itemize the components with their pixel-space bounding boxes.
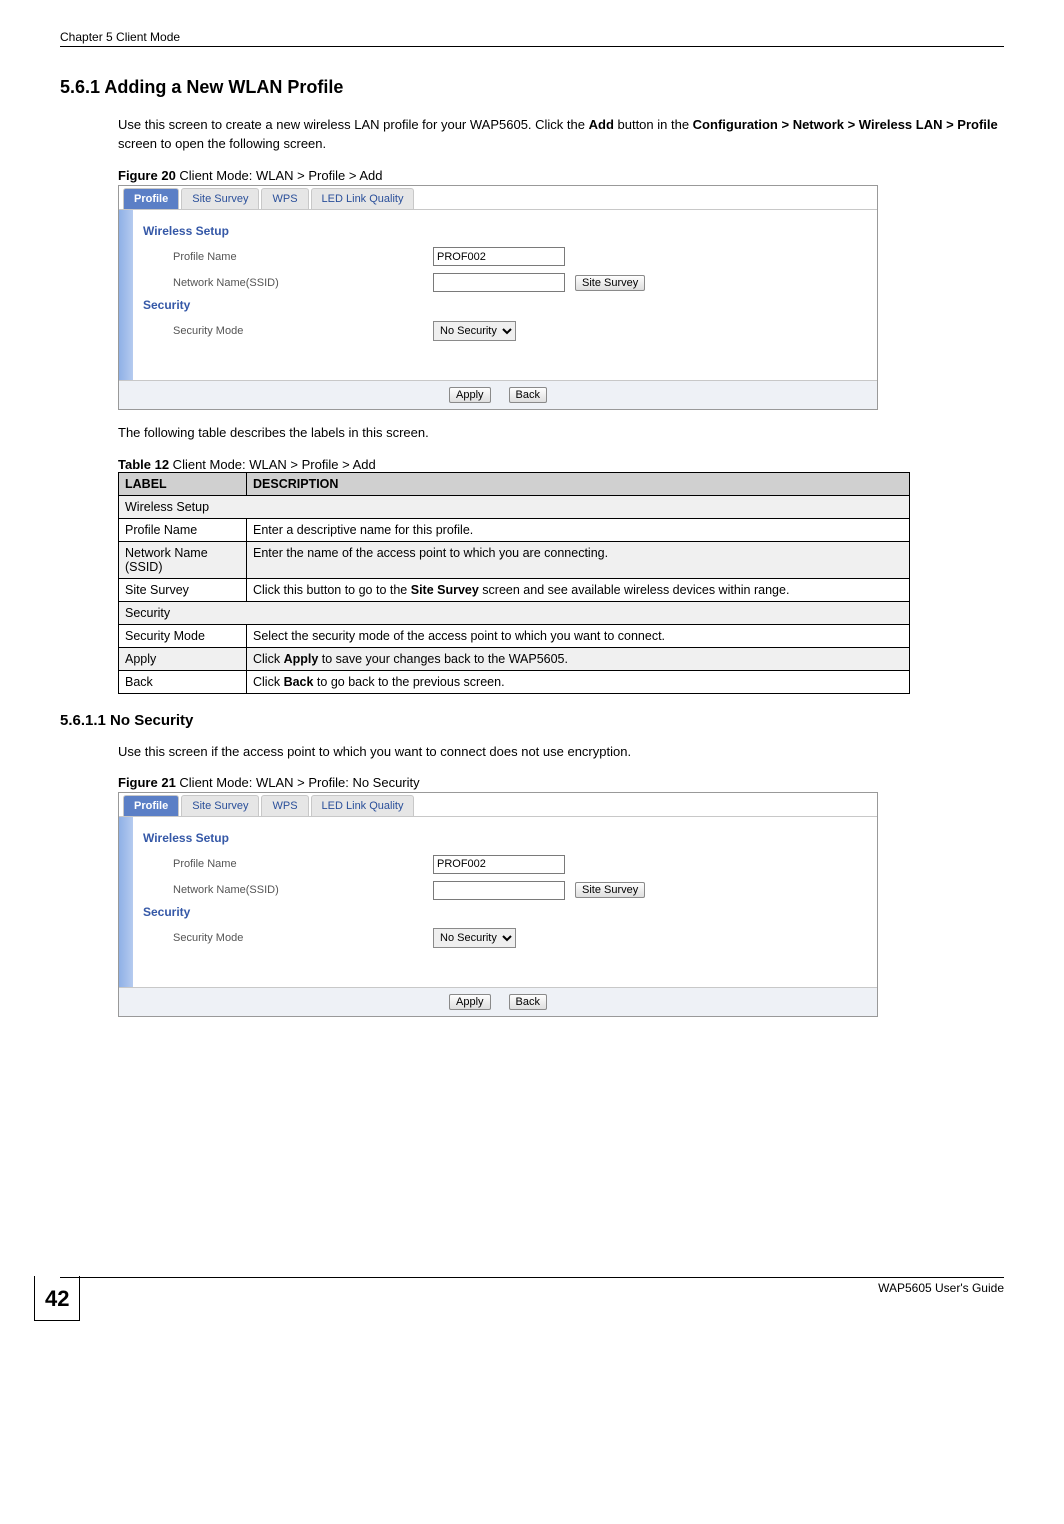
network-name-input[interactable] [433, 273, 565, 292]
t: Apply [284, 652, 319, 666]
intro-c: screen to open the following screen. [118, 136, 326, 151]
side-gradient [119, 210, 133, 380]
tab-wps[interactable]: WPS [261, 795, 308, 816]
security-label: Security [143, 905, 861, 919]
apply-button[interactable]: Apply [449, 994, 491, 1010]
table-row: Apply Click Apply to save your changes b… [119, 647, 910, 670]
security-mode-label: Security Mode [173, 325, 433, 337]
table12-bold: Table 12 [118, 457, 169, 472]
th-label: LABEL [119, 472, 247, 495]
side-gradient [119, 817, 133, 987]
cell-label: Apply [119, 647, 247, 670]
cell-desc: Select the security mode of the access p… [247, 624, 910, 647]
back-button[interactable]: Back [509, 387, 547, 403]
t: Click [253, 675, 284, 689]
figure20-caption: Figure 20 Client Mode: WLAN > Profile > … [118, 168, 1004, 183]
page-number: 42 [34, 1276, 80, 1321]
cell-label: Back [119, 670, 247, 693]
t: to save your changes back to the WAP5605… [318, 652, 568, 666]
cell-label: Network Name (SSID) [119, 541, 247, 578]
site-survey-button[interactable]: Site Survey [575, 882, 645, 898]
table12: LABEL DESCRIPTION Wireless Setup Profile… [118, 472, 910, 694]
tab-site-survey[interactable]: Site Survey [181, 795, 259, 816]
site-survey-button[interactable]: Site Survey [575, 275, 645, 291]
security-label: Security [143, 298, 861, 312]
tab-profile[interactable]: Profile [123, 795, 179, 816]
cell-desc: Enter a descriptive name for this profil… [247, 518, 910, 541]
section-heading: 5.6.1 Adding a New WLAN Profile [60, 77, 1004, 98]
subsection-heading: 5.6.1.1 No Security [60, 712, 1004, 729]
intro-b: button in the [614, 117, 693, 132]
table-row: Security Mode Select the security mode o… [119, 624, 910, 647]
profile-name-label: Profile Name [173, 858, 433, 870]
figure21-caption: Figure 21 Client Mode: WLAN > Profile: N… [118, 775, 1004, 790]
table12-rest: Client Mode: WLAN > Profile > Add [169, 457, 376, 472]
tab-led-link-quality[interactable]: LED Link Quality [311, 795, 415, 816]
cell-label: Profile Name [119, 518, 247, 541]
ui-footer: Apply Back [119, 380, 877, 409]
cell-desc: Click this button to go to the Site Surv… [247, 578, 910, 601]
cell-desc: Click Back to go back to the previous sc… [247, 670, 910, 693]
profile-name-input[interactable] [433, 855, 565, 874]
security-mode-select[interactable]: No Security [433, 928, 516, 948]
intro-path: Configuration > Network > Wireless LAN >… [693, 117, 998, 132]
tab-bar: Profile Site Survey WPS LED Link Quality [119, 186, 877, 210]
figure21-rest: Client Mode: WLAN > Profile: No Security [176, 775, 420, 790]
tab-led-link-quality[interactable]: LED Link Quality [311, 188, 415, 209]
figure20-bold: Figure 20 [118, 168, 176, 183]
page-header: Chapter 5 Client Mode [60, 30, 1004, 47]
intro-paragraph: Use this screen to create a new wireless… [118, 116, 1004, 154]
intro-a: Use this screen to create a new wireless… [118, 117, 589, 132]
security-mode-select[interactable]: No Security [433, 321, 516, 341]
back-button[interactable]: Back [509, 994, 547, 1010]
th-desc: DESCRIPTION [247, 472, 910, 495]
cell-security: Security [119, 601, 910, 624]
table-row: Network Name (SSID) Enter the name of th… [119, 541, 910, 578]
figure21-ui: Profile Site Survey WPS LED Link Quality… [118, 792, 878, 1017]
subsection-text: Use this screen if the access point to w… [118, 743, 1004, 762]
page-footer: 42 WAP5605 User's Guide [60, 1277, 1004, 1295]
table-row: Profile Name Enter a descriptive name fo… [119, 518, 910, 541]
table-row: Site Survey Click this button to go to t… [119, 578, 910, 601]
network-name-label: Network Name(SSID) [173, 884, 433, 896]
figure21-bold: Figure 21 [118, 775, 176, 790]
wireless-setup-label: Wireless Setup [143, 224, 861, 238]
apply-button[interactable]: Apply [449, 387, 491, 403]
table-intro: The following table describes the labels… [118, 424, 1004, 443]
intro-add: Add [589, 117, 614, 132]
network-name-input[interactable] [433, 881, 565, 900]
tab-bar: Profile Site Survey WPS LED Link Quality [119, 793, 877, 817]
t: Click [253, 652, 284, 666]
t: Click this button to go to the [253, 583, 411, 597]
t: Site Survey [411, 583, 479, 597]
wireless-setup-label: Wireless Setup [143, 831, 861, 845]
network-name-label: Network Name(SSID) [173, 277, 433, 289]
tab-wps[interactable]: WPS [261, 188, 308, 209]
profile-name-input[interactable] [433, 247, 565, 266]
cell-wireless-setup: Wireless Setup [119, 495, 910, 518]
table-header-row: LABEL DESCRIPTION [119, 472, 910, 495]
profile-name-label: Profile Name [173, 251, 433, 263]
table12-caption: Table 12 Client Mode: WLAN > Profile > A… [118, 457, 1004, 472]
tab-site-survey[interactable]: Site Survey [181, 188, 259, 209]
figure20-rest: Client Mode: WLAN > Profile > Add [176, 168, 383, 183]
security-mode-label: Security Mode [173, 932, 433, 944]
t: Back [284, 675, 314, 689]
footer-guide: WAP5605 User's Guide [878, 1281, 1004, 1295]
figure20-ui: Profile Site Survey WPS LED Link Quality… [118, 185, 878, 410]
ui-footer: Apply Back [119, 987, 877, 1016]
chapter-label: Chapter 5 Client Mode [60, 30, 180, 44]
cell-desc: Enter the name of the access point to wh… [247, 541, 910, 578]
cell-label: Site Survey [119, 578, 247, 601]
tab-profile[interactable]: Profile [123, 188, 179, 209]
table-row: Back Click Back to go back to the previo… [119, 670, 910, 693]
cell-label: Security Mode [119, 624, 247, 647]
table-row: Wireless Setup [119, 495, 910, 518]
cell-desc: Click Apply to save your changes back to… [247, 647, 910, 670]
table-row: Security [119, 601, 910, 624]
t: screen and see available wireless device… [479, 583, 790, 597]
t: to go back to the previous screen. [313, 675, 504, 689]
